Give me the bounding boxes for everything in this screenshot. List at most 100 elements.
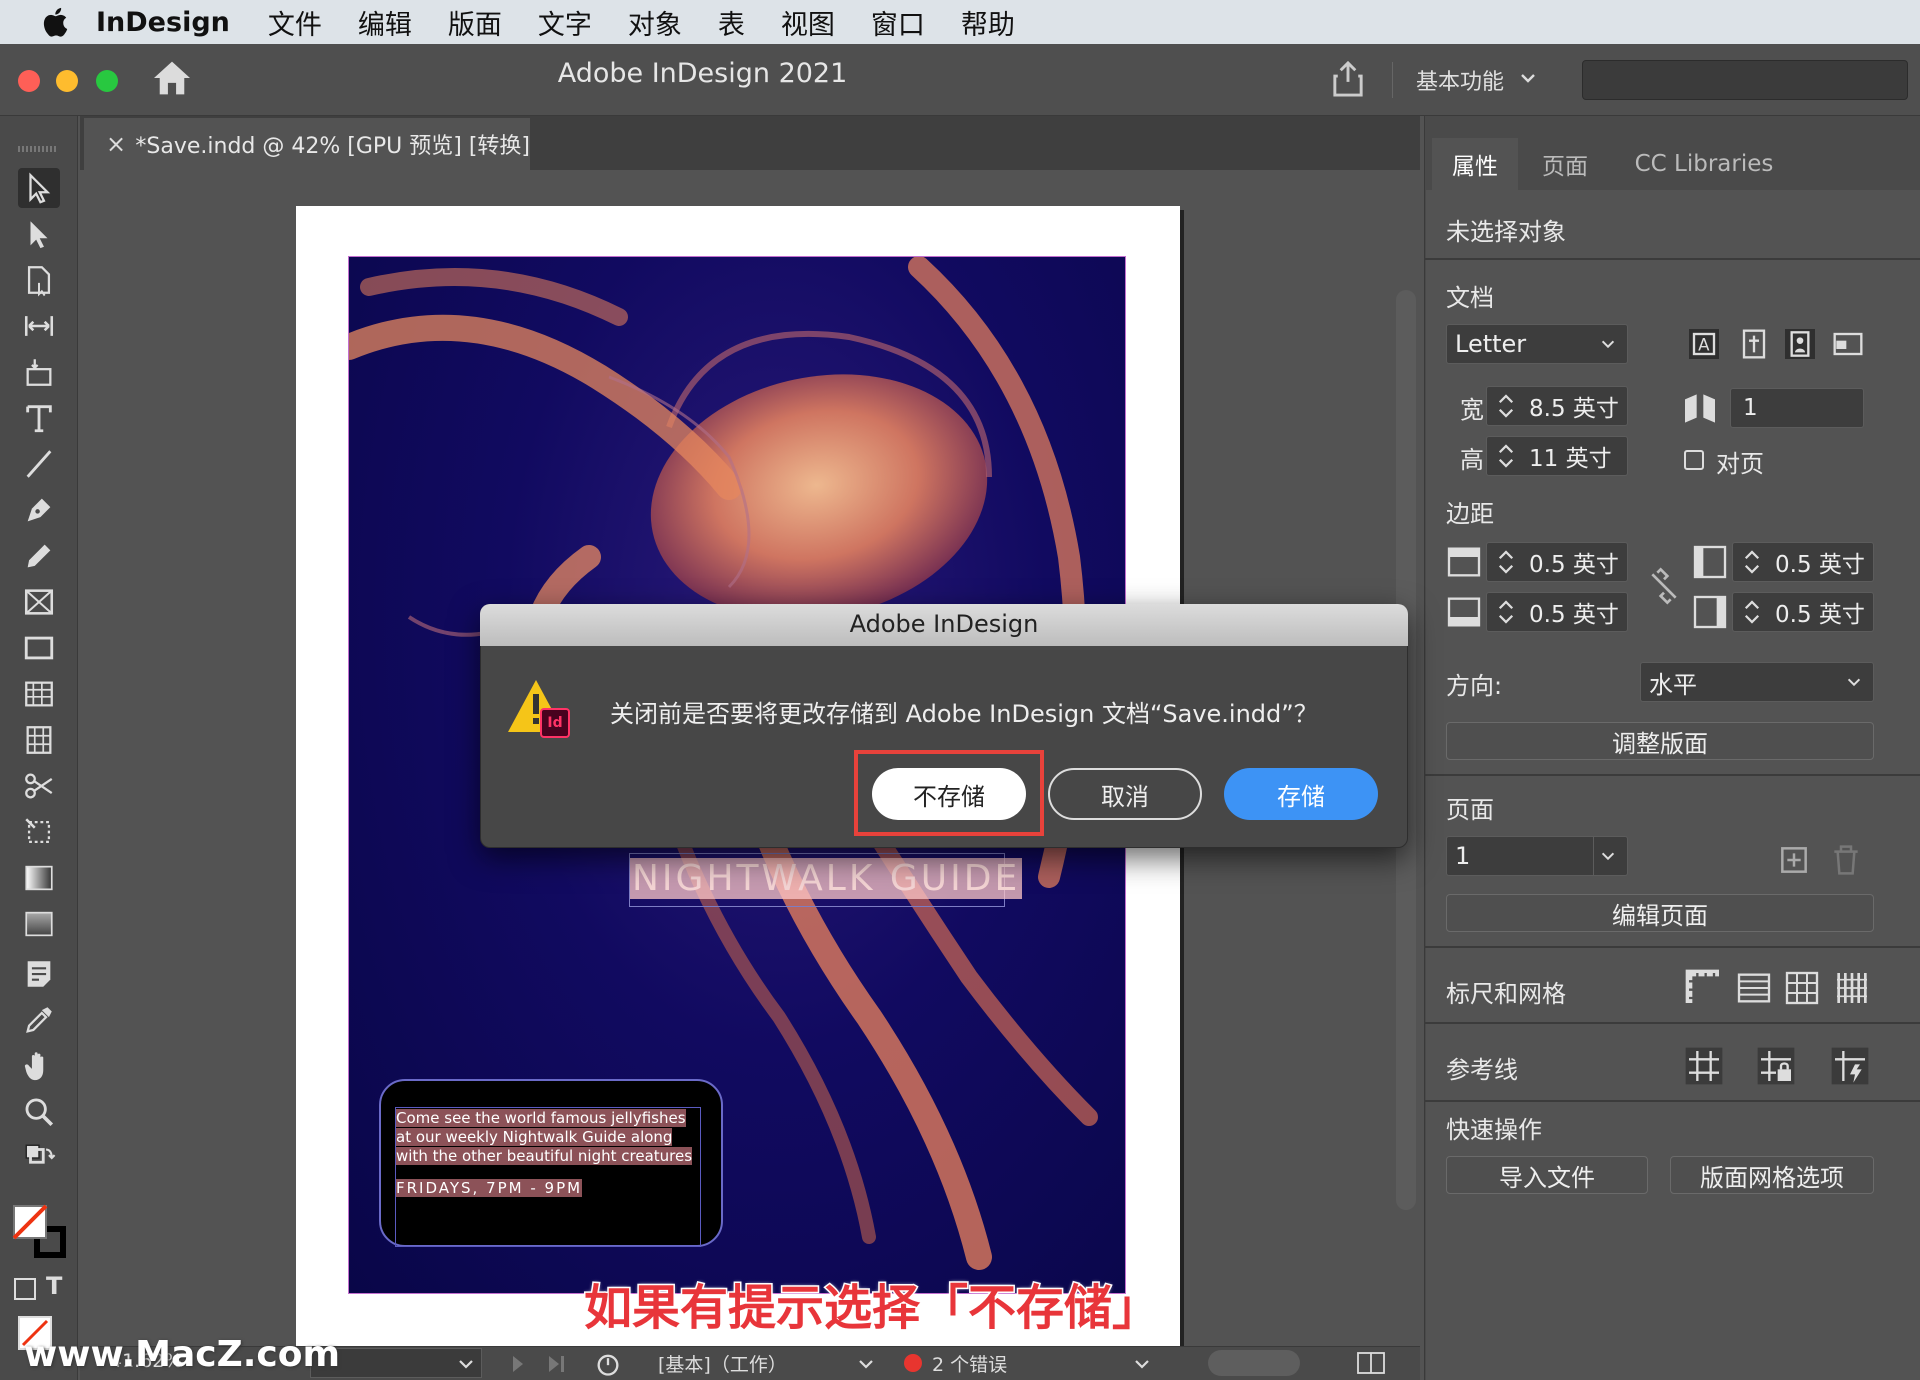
baseline-grid-icon[interactable] bbox=[1734, 968, 1774, 1008]
chevron-down-icon[interactable] bbox=[856, 1354, 876, 1374]
pen-tool[interactable] bbox=[18, 490, 60, 530]
orientation-dropdown[interactable]: 水平 bbox=[1640, 662, 1874, 702]
hand-tool[interactable] bbox=[18, 1046, 60, 1086]
margin-bottom-field[interactable]: 0.5 英寸 bbox=[1486, 592, 1628, 632]
width-value: 8.5 英寸 bbox=[1529, 396, 1619, 422]
content-collector-tool[interactable] bbox=[18, 352, 60, 392]
eyedropper-tool[interactable] bbox=[18, 1000, 60, 1040]
import-file-button[interactable]: 导入文件 bbox=[1446, 1156, 1648, 1194]
smart-guides-icon[interactable] bbox=[1830, 1046, 1870, 1086]
menu-edit[interactable]: 编辑 bbox=[358, 3, 412, 42]
horizontal-grid-tool[interactable] bbox=[18, 674, 60, 714]
menu-layout[interactable]: 版面 bbox=[448, 3, 502, 42]
formatting-text-icon[interactable]: T bbox=[46, 1272, 62, 1300]
show-guides-icon[interactable] bbox=[1684, 1046, 1724, 1086]
height-field[interactable]: 11 英寸 bbox=[1486, 436, 1628, 476]
last-page-icon[interactable] bbox=[546, 1352, 568, 1376]
menu-object[interactable]: 对象 bbox=[628, 3, 682, 42]
vertical-text-frame-icon[interactable] bbox=[1734, 324, 1774, 364]
menu-window[interactable]: 窗口 bbox=[871, 3, 925, 42]
layout-grid-options-button[interactable]: 版面网格选项 bbox=[1670, 1156, 1874, 1194]
preflight-icon[interactable] bbox=[594, 1350, 622, 1378]
chevron-down-icon[interactable] bbox=[1518, 68, 1538, 88]
pencil-tool[interactable] bbox=[18, 536, 60, 576]
zoom-tool[interactable] bbox=[18, 1092, 60, 1132]
margin-right-field[interactable]: 0.5 英寸 bbox=[1732, 592, 1874, 632]
cancel-button[interactable]: 取消 bbox=[1048, 768, 1202, 820]
gradient-swatch-tool[interactable] bbox=[18, 858, 60, 898]
quick-actions-title: 快速操作 bbox=[1446, 1116, 1542, 1144]
default-fill-stroke[interactable] bbox=[18, 1138, 60, 1178]
split-window-icon[interactable] bbox=[1356, 1350, 1386, 1376]
width-field[interactable]: 8.5 英寸 bbox=[1486, 386, 1628, 426]
menu-view[interactable]: 视图 bbox=[781, 3, 835, 42]
note-tool[interactable] bbox=[18, 954, 60, 994]
margin-top-field[interactable]: 0.5 英寸 bbox=[1486, 542, 1628, 582]
tab-cc-libraries[interactable]: CC Libraries bbox=[1612, 138, 1796, 190]
selection-tool[interactable] bbox=[18, 168, 60, 208]
ruler-icon[interactable] bbox=[1684, 968, 1724, 1008]
annotation-highlight-box bbox=[854, 750, 1044, 836]
direct-selection-tool[interactable] bbox=[18, 214, 60, 254]
tab-properties[interactable]: 属性 bbox=[1432, 138, 1518, 190]
pencil-tool-icon bbox=[27, 544, 51, 568]
stepper-icon[interactable] bbox=[1493, 391, 1519, 421]
gradient-feather-tool[interactable] bbox=[18, 904, 60, 944]
line-tool[interactable] bbox=[18, 444, 60, 484]
edit-page-button[interactable]: 编辑页面 bbox=[1446, 894, 1874, 932]
portrait-orientation-icon[interactable] bbox=[1780, 324, 1820, 364]
facing-pages-checkbox[interactable] bbox=[1684, 450, 1704, 470]
primary-text-frame-icon[interactable]: A bbox=[1684, 324, 1724, 364]
free-transform-tool[interactable] bbox=[18, 812, 60, 852]
trash-icon[interactable] bbox=[1826, 840, 1866, 880]
share-icon[interactable] bbox=[1330, 60, 1366, 98]
stepper-icon[interactable] bbox=[1493, 597, 1519, 627]
search-input[interactable] bbox=[1582, 60, 1908, 100]
next-page-icon[interactable] bbox=[508, 1352, 528, 1376]
stepper-icon[interactable] bbox=[1493, 547, 1519, 577]
margin-left-field[interactable]: 0.5 英寸 bbox=[1732, 542, 1874, 582]
menu-help[interactable]: 帮助 bbox=[961, 3, 1015, 42]
close-tab-icon[interactable]: × bbox=[106, 130, 127, 158]
rectangle-frame-tool[interactable] bbox=[18, 582, 60, 622]
info-box[interactable]: Come see the world famous jellyfishes at… bbox=[379, 1079, 723, 1247]
pages-count-field[interactable]: 1 bbox=[1730, 388, 1864, 428]
page-section-title: 页面 bbox=[1446, 796, 1494, 824]
document-tab[interactable]: × *Save.indd @ 42% [GPU 预览] [转换] bbox=[84, 118, 530, 170]
menu-app-indesign[interactable]: InDesign bbox=[96, 7, 230, 38]
chevron-down-icon[interactable] bbox=[1132, 1354, 1152, 1374]
stepper-icon[interactable] bbox=[1493, 441, 1519, 471]
type-tool[interactable] bbox=[18, 398, 60, 438]
lock-guides-icon[interactable] bbox=[1756, 1046, 1796, 1086]
menu-table[interactable]: 表 bbox=[718, 3, 745, 42]
adjust-layout-button[interactable]: 调整版面 bbox=[1446, 722, 1874, 760]
page-tool[interactable] bbox=[18, 260, 60, 300]
menu-type[interactable]: 文字 bbox=[538, 3, 592, 42]
unlink-margins-icon[interactable] bbox=[1644, 566, 1684, 606]
formatting-container-icon[interactable] bbox=[14, 1278, 36, 1300]
direct-selection-icon bbox=[30, 221, 48, 249]
document-grid-icon[interactable] bbox=[1782, 968, 1822, 1008]
stepper-icon[interactable] bbox=[1739, 597, 1765, 627]
apple-icon[interactable] bbox=[40, 5, 74, 39]
chevron-down-icon[interactable] bbox=[456, 1354, 476, 1374]
headline-frame[interactable]: NIGHTWALK GUIDE bbox=[629, 853, 1023, 907]
rectangle-tool[interactable] bbox=[18, 628, 60, 668]
vertical-grid-tool[interactable] bbox=[18, 720, 60, 760]
landscape-orientation-icon[interactable] bbox=[1828, 324, 1868, 364]
error-count[interactable]: 2 个错误 bbox=[932, 1350, 1007, 1377]
add-page-icon[interactable] bbox=[1774, 840, 1814, 880]
save-button[interactable]: 存储 bbox=[1224, 768, 1378, 820]
workspace-switcher[interactable]: 基本功能 bbox=[1416, 64, 1504, 96]
preflight-profile[interactable]: [基本]（工作） bbox=[658, 1350, 787, 1377]
scissors-tool[interactable] bbox=[18, 766, 60, 806]
layout-grid-icon[interactable] bbox=[1832, 968, 1872, 1008]
page-size-dropdown[interactable]: Letter bbox=[1446, 324, 1628, 364]
page-number-dropdown[interactable]: 1 bbox=[1446, 836, 1628, 876]
fill-stroke-swatch[interactable] bbox=[10, 1202, 70, 1262]
gap-tool[interactable] bbox=[18, 306, 60, 346]
menu-file[interactable]: 文件 bbox=[268, 3, 322, 42]
horizontal-scrollbar[interactable] bbox=[1208, 1350, 1300, 1376]
tab-pages[interactable]: 页面 bbox=[1522, 138, 1608, 190]
stepper-icon[interactable] bbox=[1739, 547, 1765, 577]
